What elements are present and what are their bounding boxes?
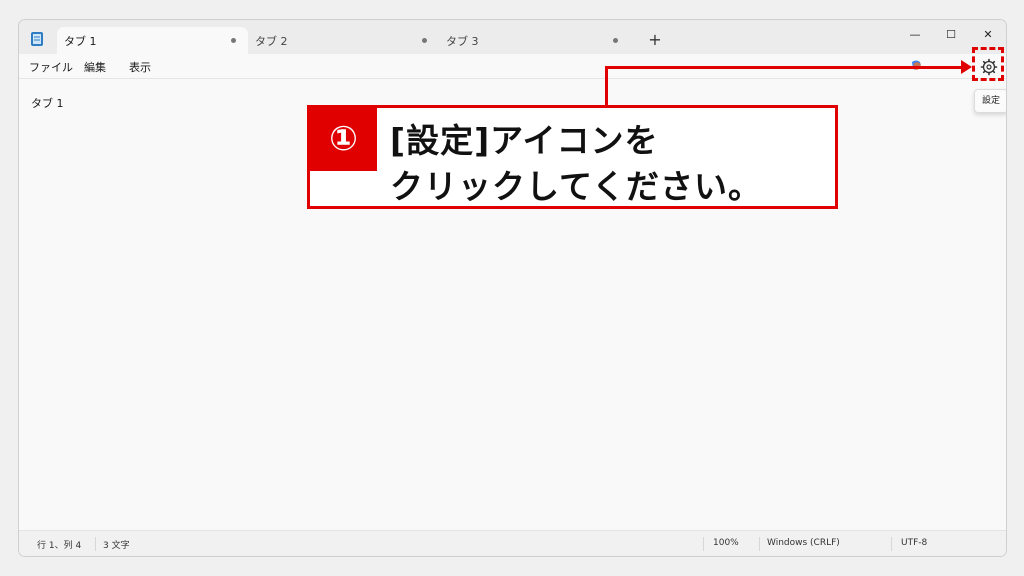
instruction-callout: ① [設定]アイコンを クリックしてください。 <box>307 105 838 209</box>
close-button[interactable]: ✕ <box>970 23 1006 47</box>
instruction-line-1: [設定]アイコンを <box>390 121 659 160</box>
status-divider <box>95 537 96 551</box>
menu-file[interactable]: ファイル <box>29 59 73 75</box>
minimize-button[interactable]: — <box>897 23 933 47</box>
unsaved-dot-icon <box>422 38 427 43</box>
tab-3[interactable]: タブ 3 <box>439 27 630 54</box>
settings-tooltip: 設定 <box>974 89 1006 113</box>
unsaved-dot-icon <box>231 38 236 43</box>
tab-1[interactable]: タブ 1 <box>57 27 248 54</box>
encoding[interactable]: UTF-8 <box>901 538 927 548</box>
tab-2[interactable]: タブ 2 <box>248 27 439 54</box>
character-count: 3 文字 <box>103 541 130 551</box>
menu-view[interactable]: 表示 <box>129 59 151 75</box>
tab-label: タブ 1 <box>64 34 97 48</box>
status-divider <box>891 537 892 551</box>
menu-edit[interactable]: 編集 <box>84 59 106 75</box>
status-divider <box>759 537 760 551</box>
notepad-icon <box>31 32 43 46</box>
status-divider <box>703 537 704 551</box>
callout-connector <box>605 66 963 69</box>
instruction-line-2: クリックしてください。 <box>390 167 763 206</box>
tab-label: タブ 2 <box>255 34 288 48</box>
settings-highlight-box <box>972 47 1004 81</box>
maximize-button[interactable]: ☐ <box>933 23 969 47</box>
zoom-level[interactable]: 100% <box>713 538 739 548</box>
step-number-badge: ① <box>310 108 377 171</box>
title-bar: タブ 1 タブ 2 タブ 3 + — ☐ ✕ <box>19 20 1006 54</box>
status-bar: 行 1、列 4 3 文字 100% Windows (CRLF) UTF-8 <box>19 530 1006 556</box>
callout-connector <box>605 66 608 106</box>
cursor-position: 行 1、列 4 <box>37 541 82 551</box>
notepad-window: タブ 1 タブ 2 タブ 3 + — ☐ ✕ ファイル 編集 表示 タブ 1 設… <box>18 19 1007 557</box>
new-tab-button[interactable]: + <box>643 29 667 51</box>
unsaved-dot-icon <box>613 38 618 43</box>
arrow-head-icon <box>961 60 972 74</box>
line-ending[interactable]: Windows (CRLF) <box>767 538 840 548</box>
editor-text[interactable]: タブ 1 <box>31 95 64 111</box>
tab-label: タブ 3 <box>446 34 479 48</box>
